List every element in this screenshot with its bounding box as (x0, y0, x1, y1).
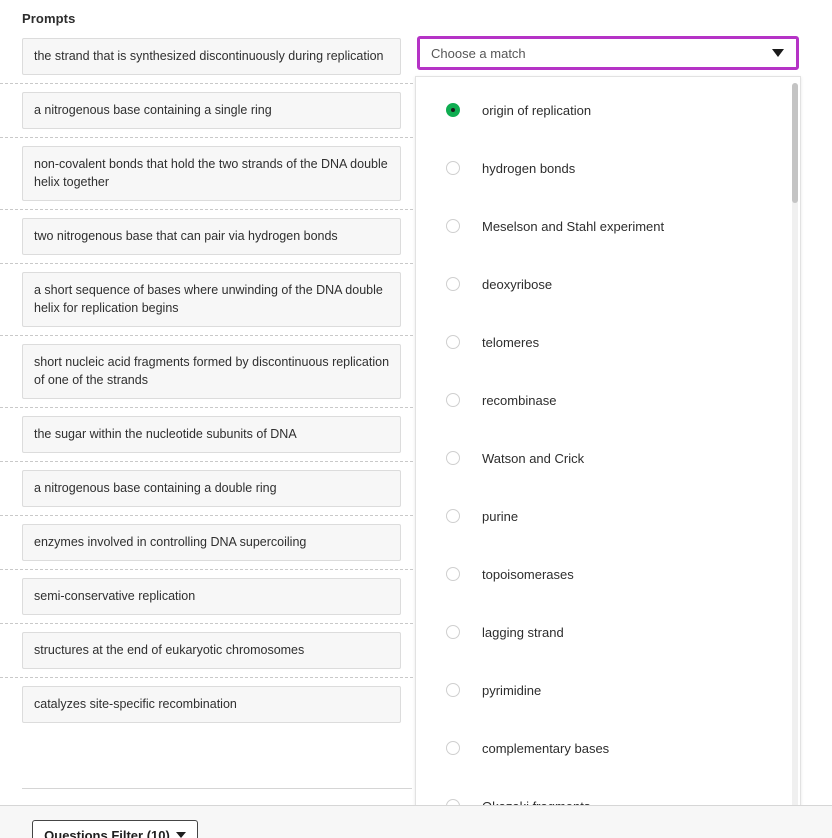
dropdown-scrollbar-thumb[interactable] (792, 83, 798, 203)
prompt-text[interactable]: non-covalent bonds that hold the two str… (22, 146, 401, 201)
match-select-value: Choose a match (431, 45, 526, 61)
match-option-label: lagging strand (482, 624, 564, 640)
radio-icon[interactable] (446, 625, 460, 639)
prompt-row: semi-conservative replication (0, 570, 413, 624)
radio-icon[interactable] (446, 277, 460, 291)
match-option[interactable]: lagging strand (416, 603, 800, 661)
prompt-text[interactable]: a nitrogenous base containing a double r… (22, 470, 401, 507)
prompt-text[interactable]: a nitrogenous base containing a single r… (22, 92, 401, 129)
match-select[interactable]: Choose a match (417, 36, 799, 70)
match-option[interactable]: topoisomerases (416, 545, 800, 603)
matching-question-panel: Prompts Submitted Answers the strand tha… (0, 0, 832, 838)
prompt-row: non-covalent bonds that hold the two str… (0, 138, 413, 210)
match-option[interactable]: hydrogen bonds (416, 139, 800, 197)
prompt-text[interactable]: a short sequence of bases where unwindin… (22, 272, 401, 327)
match-option-label: pyrimidine (482, 682, 542, 698)
prompt-text[interactable]: catalyzes site-specific recombination (22, 686, 401, 723)
submitted-answers-column: Choose a match origin of replication hydr… (413, 0, 832, 830)
match-options-dropdown[interactable]: origin of replication hydrogen bonds Mesel… (415, 76, 801, 830)
match-option-label: Watson and Crick (482, 450, 585, 466)
match-options-list: origin of replication hydrogen bonds Mesel… (416, 77, 800, 829)
match-option[interactable]: recombinase (416, 371, 800, 429)
prompt-row: two nitrogenous base that can pair via h… (0, 210, 413, 264)
chevron-down-icon (772, 49, 784, 57)
match-option[interactable]: telomeres (416, 313, 800, 371)
prompt-text[interactable]: enzymes involved in controlling DNA supe… (22, 524, 401, 561)
prompt-row: a nitrogenous base containing a double r… (0, 462, 413, 516)
match-option-label: telomeres (482, 334, 540, 350)
match-option-label: recombinase (482, 392, 557, 408)
match-option-label: hydrogen bonds (482, 160, 576, 176)
prompt-text[interactable]: semi-conservative replication (22, 578, 401, 615)
prompt-row: catalyzes site-specific recombination (0, 678, 413, 731)
prompt-text[interactable]: structures at the end of eukaryotic chro… (22, 632, 401, 669)
prompt-text[interactable]: two nitrogenous base that can pair via h… (22, 218, 401, 255)
match-option[interactable]: purine (416, 487, 800, 545)
prompt-row: enzymes involved in controlling DNA supe… (0, 516, 413, 570)
questions-filter-label: Questions Filter (10) (44, 827, 170, 838)
prompt-row: structures at the end of eukaryotic chro… (0, 624, 413, 678)
radio-selected-icon[interactable] (446, 103, 460, 117)
match-option-label: Meselson and Stahl experiment (482, 218, 665, 234)
match-option[interactable]: pyrimidine (416, 661, 800, 719)
questions-filter-button[interactable]: Questions Filter (10) (32, 820, 198, 838)
prompts-bottom-rule (22, 788, 412, 789)
prompt-row: a short sequence of bases where unwindin… (0, 264, 413, 336)
match-option-label: purine (482, 508, 519, 524)
radio-icon[interactable] (446, 567, 460, 581)
radio-icon[interactable] (446, 161, 460, 175)
radio-icon[interactable] (446, 393, 460, 407)
prompt-text[interactable]: the strand that is synthesized discontin… (22, 38, 401, 75)
radio-icon[interactable] (446, 683, 460, 697)
prompt-row: the sugar within the nucleotide subunits… (0, 408, 413, 462)
match-option-label: topoisomerases (482, 566, 574, 582)
chevron-down-icon (175, 832, 186, 838)
match-option[interactable]: deoxyribose (416, 255, 800, 313)
match-option[interactable]: Watson and Crick (416, 429, 800, 487)
dropdown-scrollbar[interactable] (792, 83, 798, 823)
footer-bar: Questions Filter (10) (0, 805, 832, 838)
prompt-text[interactable]: the sugar within the nucleotide subunits… (22, 416, 401, 453)
prompt-row: the strand that is synthesized discontin… (0, 30, 413, 84)
prompts-list: the strand that is synthesized discontin… (0, 30, 413, 790)
match-option-label: origin of replication (482, 102, 592, 118)
prompts-header: Prompts (22, 11, 76, 26)
radio-icon[interactable] (446, 451, 460, 465)
radio-icon[interactable] (446, 335, 460, 349)
match-option[interactable]: origin of replication (416, 81, 800, 139)
match-option-label: complementary bases (482, 740, 610, 756)
match-option[interactable]: complementary bases (416, 719, 800, 777)
prompt-row: short nucleic acid fragments formed by d… (0, 336, 413, 408)
prompt-text[interactable]: short nucleic acid fragments formed by d… (22, 344, 401, 399)
radio-icon[interactable] (446, 509, 460, 523)
match-option[interactable]: Meselson and Stahl experiment (416, 197, 800, 255)
match-option-label: deoxyribose (482, 276, 553, 292)
radio-icon[interactable] (446, 219, 460, 233)
radio-icon[interactable] (446, 741, 460, 755)
prompt-row: a nitrogenous base containing a single r… (0, 84, 413, 138)
